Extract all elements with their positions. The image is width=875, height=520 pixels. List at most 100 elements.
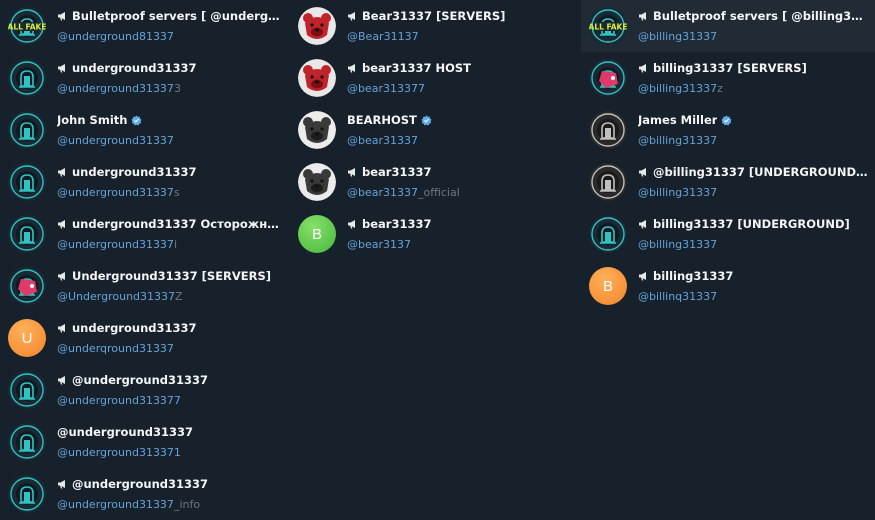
chat-title: Underground31337 [SERVERS] [72,269,272,283]
username-suffix: s [173,186,180,199]
avatar [298,7,336,45]
search-result-item[interactable]: bear31337 @bear31337_official [290,156,580,208]
chat-name: bear31337 [347,217,574,231]
chat-name: bear31337 HOST [347,61,574,75]
chat-username: @billinq31337 [638,290,869,303]
username-match: @underqround31337 [57,342,174,355]
username-match: @underground31337 [57,134,174,147]
chat-username: @underground313371 [57,446,284,459]
megaphone-icon [639,64,646,73]
chat-username: @underground313373 [57,82,284,95]
chat-name: Bulletproof servers [ @underground31… [57,9,284,23]
megaphone-icon [58,480,65,489]
chat-name: underground31337 [57,321,284,335]
results-column-right: ALL FAKE Bulletproof servers [ @billing3… [581,0,875,312]
chat-title: billing31337 [653,269,734,283]
username-suffix: z [717,82,723,95]
username-match: @underground81337 [57,30,174,43]
chat-name: billing31337 [SERVERS] [638,61,869,75]
megaphone-icon [58,64,65,73]
avatar: ALL FAKE [589,7,627,45]
search-result-item[interactable]: billing31337 [UNDERGROUND] @billing31337 [581,208,875,260]
chat-name: Underground31337 [SERVERS] [57,269,284,283]
chat-title: John Smith [57,113,128,127]
megaphone-icon [348,64,355,73]
chat-username: @billing31337 [638,134,869,147]
verified-icon [421,114,432,125]
chat-username: @underground81337 [57,30,284,43]
avatar [8,163,46,201]
chat-username: @billing31337 [638,30,869,43]
svg-text:ALL FAKE: ALL FAKE [589,23,627,32]
search-result-item[interactable]: underground31337 @underground31337s [0,156,290,208]
chat-title: Bear31337 [SERVERS] [362,9,506,23]
chat-title: underground31337 [72,61,197,75]
search-result-item[interactable]: ALL FAKE Bulletproof servers [ @billing3… [581,0,875,52]
avatar [8,475,46,513]
chat-title: underground31337 [72,321,197,335]
username-match: @underground31337 [57,82,174,95]
chat-name: @underground31337 [57,373,284,387]
chat-name: @underground31337 [57,477,284,491]
megaphone-icon [58,272,65,281]
search-result-item[interactable]: BEARHOST @bear31337 [290,104,580,156]
search-result-item[interactable]: underground31337 @underground313373 [0,52,290,104]
chat-name: billing31337 [UNDERGROUND] [638,217,869,231]
search-result-item[interactable]: ALL FAKE Bulletproof servers [ @undergro… [0,0,290,52]
avatar [8,371,46,409]
chat-title: @underground31337 [57,425,193,439]
chat-name: James Miller [638,113,869,127]
chat-name: underground31337 [57,61,284,75]
search-result-item[interactable]: @underground31337 @underground313377 [0,364,290,416]
search-result-item[interactable]: @underground31337 @underground31337_info [0,468,290,520]
chat-username: @underground313377 [57,394,284,407]
avatar [589,111,627,149]
search-result-item[interactable]: John Smith @underground31337 [0,104,290,156]
chat-username: @underground31337s [57,186,284,199]
search-result-item[interactable]: Bear31337 [SERVERS] @Bear31137 [290,0,580,52]
search-result-item[interactable]: billing31337 [SERVERS] @billing31337z [581,52,875,104]
search-result-item[interactable]: underground31337 Осторожно много … @under… [0,208,290,260]
avatar [8,111,46,149]
avatar [8,267,46,305]
chat-name: bear31337 [347,165,574,179]
search-result-item[interactable]: James Miller @billing31337 [581,104,875,156]
chat-name: Bulletproof servers [ @billing31337 ] [638,9,869,23]
search-result-item[interactable]: B bear31337 @bear3137 [290,208,580,260]
chat-name: billing31337 [638,269,869,283]
search-result-item[interactable]: @billing31337 [UNDERGROUND SERVE… @billin… [581,156,875,208]
search-result-item[interactable]: @underground31337 @underground313371 [0,416,290,468]
username-match: @billing31337 [638,134,718,147]
avatar [8,423,46,461]
chat-username: @billing31337 [638,186,869,199]
megaphone-icon [639,168,646,177]
username-match: @bear31337 [347,134,419,147]
chat-title: underground31337 Осторожно много … [72,217,284,231]
avatar [298,59,336,97]
chat-username: @Underground31337Z [57,290,284,303]
search-result-item[interactable]: U underground31337 @underqround31337 [0,312,290,364]
chat-title: Bulletproof servers [ @billing31337 ] [653,9,869,23]
chat-title: Bulletproof servers [ @underground31… [72,9,284,23]
avatar [589,215,627,253]
megaphone-icon [58,12,65,21]
search-result-item[interactable]: bear31337 HOST @bear313377 [290,52,580,104]
chat-username: @underground31337i [57,238,284,251]
megaphone-icon [639,220,646,229]
avatar: B [589,267,627,305]
results-column-middle: Bear31337 [SERVERS] @Bear31137 bear31337 … [290,0,580,260]
search-result-item[interactable]: Underground31337 [SERVERS] @Underground31… [0,260,290,312]
megaphone-icon [348,220,355,229]
results-column-left: ALL FAKE Bulletproof servers [ @undergro… [0,0,290,520]
megaphone-icon [639,272,646,281]
search-result-item[interactable]: B billing31337 @billinq31337 [581,260,875,312]
avatar: ALL FAKE [8,7,46,45]
username-suffix: 3 [173,82,181,95]
chat-name: @billing31337 [UNDERGROUND SERVE… [638,165,869,179]
username-match: @Underground31337 [57,290,176,303]
username-suffix: i [173,238,177,251]
svg-text:ALL FAKE: ALL FAKE [8,23,46,32]
chat-name: underground31337 Осторожно много … [57,217,284,231]
megaphone-icon [58,220,65,229]
avatar [589,163,627,201]
